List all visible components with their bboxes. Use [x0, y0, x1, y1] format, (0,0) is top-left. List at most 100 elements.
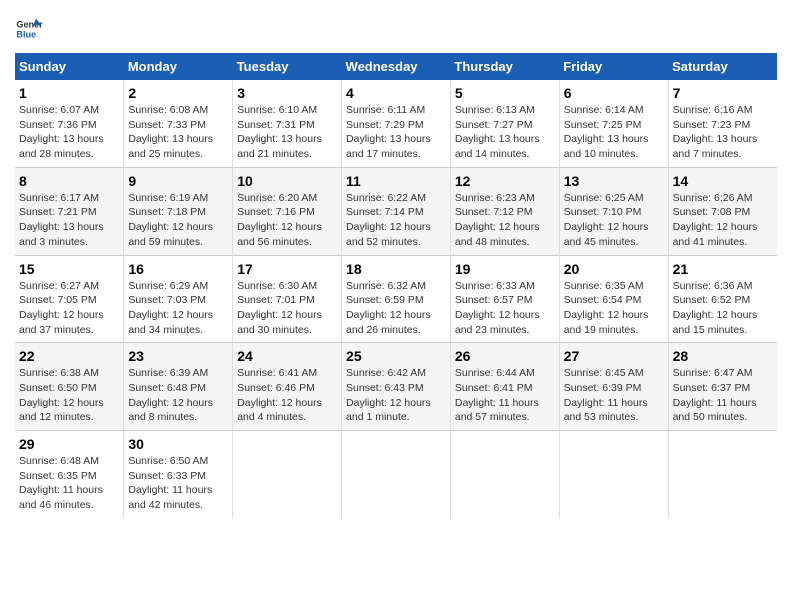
day-info: Sunrise: 6:39 AM Sunset: 6:48 PM Dayligh…: [128, 366, 228, 425]
day-info: Sunrise: 6:13 AM Sunset: 7:27 PM Dayligh…: [455, 103, 555, 162]
day-info: Sunrise: 6:16 AM Sunset: 7:23 PM Dayligh…: [673, 103, 773, 162]
day-number: 11: [346, 173, 446, 189]
header-row: Sunday Monday Tuesday Wednesday Thursday…: [15, 53, 777, 80]
week-row-5: 29 Sunrise: 6:48 AM Sunset: 6:35 PM Dayli…: [15, 431, 777, 518]
day-number: 13: [564, 173, 664, 189]
day-number: 21: [673, 261, 773, 277]
calendar-body: 1 Sunrise: 6:07 AM Sunset: 7:36 PM Daylig…: [15, 80, 777, 518]
col-monday: Monday: [124, 53, 233, 80]
day-number: 18: [346, 261, 446, 277]
day-info: Sunrise: 6:25 AM Sunset: 7:10 PM Dayligh…: [564, 191, 664, 250]
day-cell: [668, 431, 777, 518]
day-cell: 28 Sunrise: 6:47 AM Sunset: 6:37 PM Dayli…: [668, 343, 777, 431]
day-info: Sunrise: 6:50 AM Sunset: 6:33 PM Dayligh…: [128, 454, 228, 513]
day-number: 17: [237, 261, 337, 277]
day-number: 1: [19, 85, 119, 101]
day-number: 14: [673, 173, 773, 189]
day-info: Sunrise: 6:08 AM Sunset: 7:33 PM Dayligh…: [128, 103, 228, 162]
col-thursday: Thursday: [450, 53, 559, 80]
day-number: 29: [19, 436, 119, 452]
day-info: Sunrise: 6:10 AM Sunset: 7:31 PM Dayligh…: [237, 103, 337, 162]
day-info: Sunrise: 6:29 AM Sunset: 7:03 PM Dayligh…: [128, 279, 228, 338]
day-info: Sunrise: 6:48 AM Sunset: 6:35 PM Dayligh…: [19, 454, 119, 513]
day-info: Sunrise: 6:19 AM Sunset: 7:18 PM Dayligh…: [128, 191, 228, 250]
day-number: 24: [237, 348, 337, 364]
day-number: 26: [455, 348, 555, 364]
logo-icon: General Blue: [15, 15, 43, 43]
day-cell: 6Sunrise: 6:14 AM Sunset: 7:25 PM Daylig…: [559, 80, 668, 167]
day-info: Sunrise: 6:30 AM Sunset: 7:01 PM Dayligh…: [237, 279, 337, 338]
day-number: 12: [455, 173, 555, 189]
day-number: 25: [346, 348, 446, 364]
day-info: Sunrise: 6:38 AM Sunset: 6:50 PM Dayligh…: [19, 366, 119, 425]
day-cell: 2 Sunrise: 6:08 AM Sunset: 7:33 PM Daylig…: [124, 80, 233, 167]
day-info: Sunrise: 6:47 AM Sunset: 6:37 PM Dayligh…: [673, 366, 773, 425]
day-number: 10: [237, 173, 337, 189]
day-cell: 30 Sunrise: 6:50 AM Sunset: 6:33 PM Dayli…: [124, 431, 233, 518]
day-cell: 22 Sunrise: 6:38 AM Sunset: 6:50 PM Dayli…: [15, 343, 124, 431]
day-number: 23: [128, 348, 228, 364]
day-info: Sunrise: 6:44 AM Sunset: 6:41 PM Dayligh…: [455, 366, 555, 425]
day-cell: [233, 431, 342, 518]
day-cell: 20Sunrise: 6:35 AM Sunset: 6:54 PM Dayli…: [559, 255, 668, 343]
day-cell: 7 Sunrise: 6:16 AM Sunset: 7:23 PM Daylig…: [668, 80, 777, 167]
day-number: 16: [128, 261, 228, 277]
day-cell: 27 Sunrise: 6:45 AM Sunset: 6:39 PM Dayli…: [559, 343, 668, 431]
day-cell: 19 Sunrise: 6:33 AM Sunset: 6:57 PM Dayli…: [450, 255, 559, 343]
day-cell: 1 Sunrise: 6:07 AM Sunset: 7:36 PM Daylig…: [15, 80, 124, 167]
day-info: Sunrise: 6:17 AM Sunset: 7:21 PM Dayligh…: [19, 191, 119, 250]
day-cell: [342, 431, 451, 518]
day-info: Sunrise: 6:22 AM Sunset: 7:14 PM Dayligh…: [346, 191, 446, 250]
day-cell: 26 Sunrise: 6:44 AM Sunset: 6:41 PM Dayli…: [450, 343, 559, 431]
day-info: Sunrise: 6:26 AM Sunset: 7:08 PM Dayligh…: [673, 191, 773, 250]
day-number: 22: [19, 348, 119, 364]
day-cell: 17 Sunrise: 6:30 AM Sunset: 7:01 PM Dayli…: [233, 255, 342, 343]
day-number: 5: [455, 85, 555, 101]
day-cell: 5 Sunrise: 6:13 AM Sunset: 7:27 PM Daylig…: [450, 80, 559, 167]
day-info: Sunrise: 6:42 AM Sunset: 6:43 PM Dayligh…: [346, 366, 446, 425]
week-row-2: 8 Sunrise: 6:17 AM Sunset: 7:21 PM Daylig…: [15, 167, 777, 255]
day-number: 20: [564, 261, 664, 277]
day-info: Sunrise: 6:32 AM Sunset: 6:59 PM Dayligh…: [346, 279, 446, 338]
day-number: 9: [128, 173, 228, 189]
day-cell: 11 Sunrise: 6:22 AM Sunset: 7:14 PM Dayli…: [342, 167, 451, 255]
day-cell: 14 Sunrise: 6:26 AM Sunset: 7:08 PM Dayli…: [668, 167, 777, 255]
day-info: Sunrise: 6:07 AM Sunset: 7:36 PM Dayligh…: [19, 103, 119, 162]
calendar-table: Sunday Monday Tuesday Wednesday Thursday…: [15, 53, 777, 518]
day-cell: 3 Sunrise: 6:10 AM Sunset: 7:31 PM Daylig…: [233, 80, 342, 167]
day-number: 27: [564, 348, 664, 364]
day-cell: 9 Sunrise: 6:19 AM Sunset: 7:18 PM Daylig…: [124, 167, 233, 255]
day-cell: 4 Sunrise: 6:11 AM Sunset: 7:29 PM Daylig…: [342, 80, 451, 167]
day-number: 3: [237, 85, 337, 101]
day-info: Sunrise: 6:20 AM Sunset: 7:16 PM Dayligh…: [237, 191, 337, 250]
day-cell: 25 Sunrise: 6:42 AM Sunset: 6:43 PM Dayli…: [342, 343, 451, 431]
day-cell: 13 Sunrise: 6:25 AM Sunset: 7:10 PM Dayli…: [559, 167, 668, 255]
day-number: 4: [346, 85, 446, 101]
day-cell: 12Sunrise: 6:23 AM Sunset: 7:12 PM Dayli…: [450, 167, 559, 255]
day-cell: 10 Sunrise: 6:20 AM Sunset: 7:16 PM Dayli…: [233, 167, 342, 255]
day-info: Sunrise: 6:45 AM Sunset: 6:39 PM Dayligh…: [564, 366, 664, 425]
day-number: 2: [128, 85, 228, 101]
day-cell: 21Sunrise: 6:36 AM Sunset: 6:52 PM Dayli…: [668, 255, 777, 343]
day-cell: 18 Sunrise: 6:32 AM Sunset: 6:59 PM Dayli…: [342, 255, 451, 343]
day-number: 7: [673, 85, 773, 101]
day-info: Sunrise: 6:11 AM Sunset: 7:29 PM Dayligh…: [346, 103, 446, 162]
day-info: Sunrise: 6:27 AM Sunset: 7:05 PM Dayligh…: [19, 279, 119, 338]
day-number: 30: [128, 436, 228, 452]
col-wednesday: Wednesday: [342, 53, 451, 80]
week-row-4: 22 Sunrise: 6:38 AM Sunset: 6:50 PM Dayli…: [15, 343, 777, 431]
day-cell: 24 Sunrise: 6:41 AM Sunset: 6:46 PM Dayli…: [233, 343, 342, 431]
day-number: 8: [19, 173, 119, 189]
day-number: 19: [455, 261, 555, 277]
day-info: Sunrise: 6:41 AM Sunset: 6:46 PM Dayligh…: [237, 366, 337, 425]
day-cell: [559, 431, 668, 518]
day-number: 15: [19, 261, 119, 277]
col-sunday: Sunday: [15, 53, 124, 80]
day-cell: [450, 431, 559, 518]
day-cell: 8 Sunrise: 6:17 AM Sunset: 7:21 PM Daylig…: [15, 167, 124, 255]
week-row-3: 15 Sunrise: 6:27 AM Sunset: 7:05 PM Dayli…: [15, 255, 777, 343]
day-number: 28: [673, 348, 773, 364]
col-friday: Friday: [559, 53, 668, 80]
day-info: Sunrise: 6:33 AM Sunset: 6:57 PM Dayligh…: [455, 279, 555, 338]
logo: General Blue: [15, 15, 43, 43]
